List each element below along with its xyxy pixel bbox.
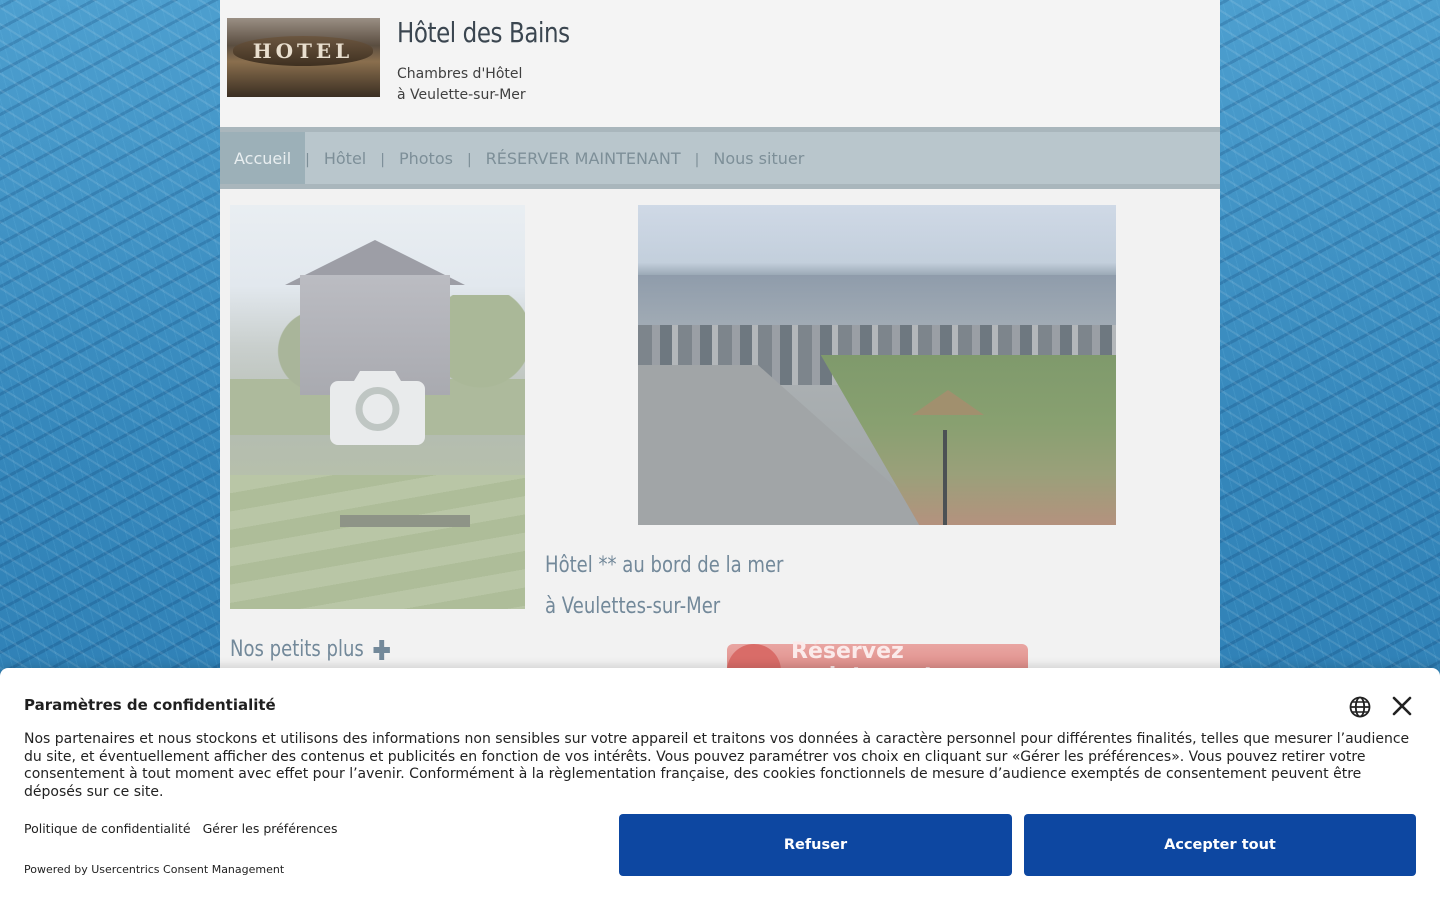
consent-banner: Paramètres de confidentialité Nos parten… — [0, 668, 1440, 900]
privacy-policy-link[interactable]: Politique de confidentialité — [24, 821, 191, 836]
main-navigation: Accueil | Hôtel | Photos | RÉSERVER MAIN… — [220, 127, 1220, 189]
consent-description: Nos partenaires et nous stockons et util… — [24, 731, 1410, 800]
camera-icon — [330, 371, 425, 445]
close-icon[interactable] — [1390, 694, 1414, 718]
nav-item-accueil[interactable]: Accueil — [220, 132, 306, 184]
globe-icon[interactable] — [1348, 695, 1372, 719]
nav-item-reserver[interactable]: RÉSERVER MAINTENANT — [472, 132, 695, 184]
site-subtitle-line1: Chambres d'Hôtel — [397, 66, 523, 82]
logo-text: HOTEL — [233, 36, 373, 66]
site-subtitle-line2: à Veulette-sur-Mer — [397, 87, 526, 103]
site-title[interactable]: Hôtel des Bains — [397, 16, 570, 49]
manage-preferences-link[interactable]: Gérer les préférences — [203, 821, 338, 836]
hotel-logo[interactable]: HOTEL — [227, 18, 380, 97]
consent-links: Politique de confidentialité Gérer les p… — [24, 821, 337, 836]
nav-item-photos[interactable]: Photos — [385, 132, 467, 184]
consent-title: Paramètres de confidentialité — [24, 696, 276, 714]
refuse-button[interactable]: Refuser — [619, 814, 1012, 876]
nos-petits-plus-label: Nos petits plus — [230, 637, 364, 662]
nos-petits-plus-heading: Nos petits plus — [230, 637, 391, 662]
plus-icon — [373, 639, 391, 660]
hotel-tagline-line2: à Veulettes-sur-Mer — [545, 594, 721, 619]
gallery-photo-hotel[interactable] — [230, 205, 525, 609]
nav-item-hotel[interactable]: Hôtel — [310, 132, 380, 184]
hotel-tagline-line1: Hôtel ** au bord de la mer — [545, 553, 784, 578]
accept-all-button[interactable]: Accepter tout — [1024, 814, 1416, 876]
nav-item-nous-situer[interactable]: Nous situer — [699, 132, 818, 184]
site-header: HOTEL Hôtel des Bains Chambres d'Hôtel à… — [220, 0, 1220, 127]
powered-by-text: Powered by Usercentrics Consent Manageme… — [24, 863, 285, 876]
hotel-view-photo[interactable] — [638, 205, 1116, 525]
